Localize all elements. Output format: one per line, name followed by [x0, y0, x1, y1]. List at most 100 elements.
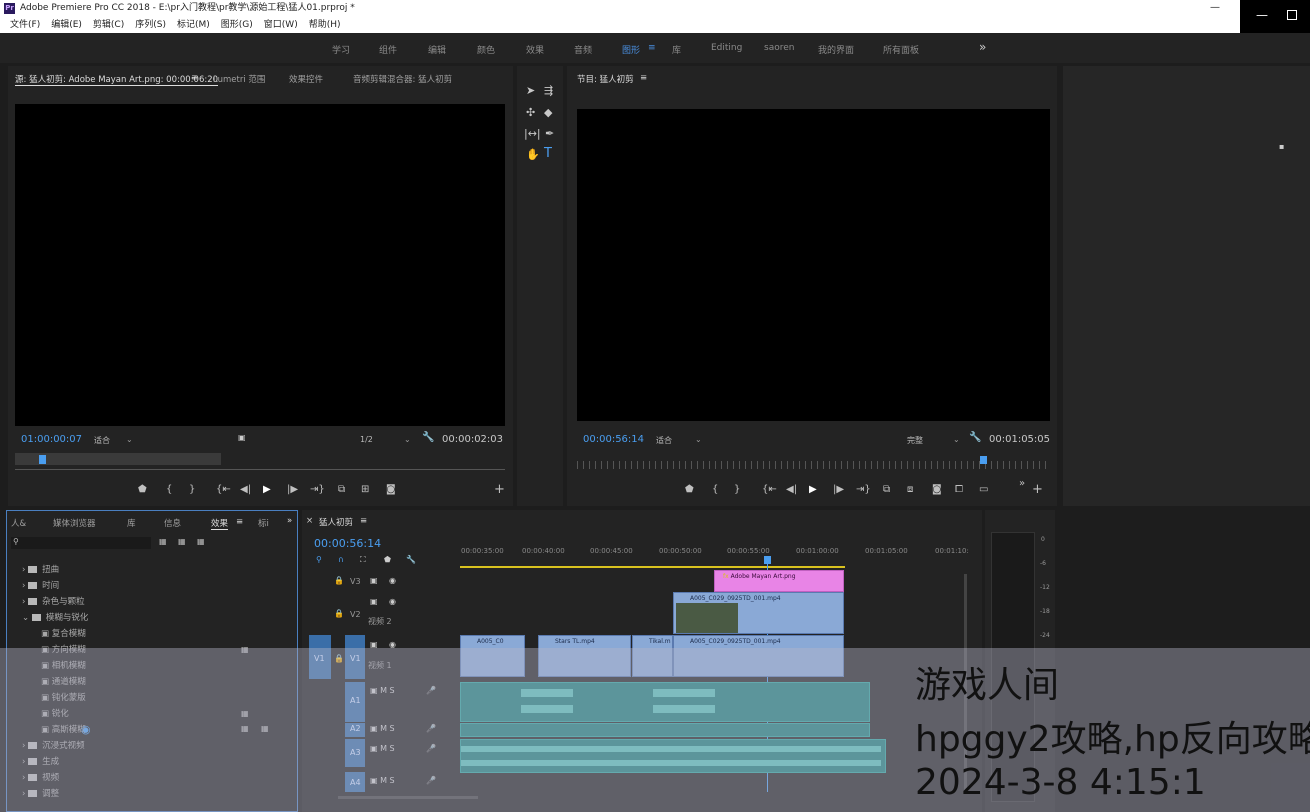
- ws-all[interactable]: 所有面板: [883, 43, 919, 56]
- effect-item[interactable]: ▣ 复合模糊: [41, 627, 86, 639]
- type-tool-icon[interactable]: T: [544, 146, 552, 161]
- close-icon[interactable]: ×: [306, 516, 313, 526]
- source-timecode[interactable]: 01:00:00:07: [21, 434, 82, 445]
- eye-icon[interactable]: ◉: [389, 597, 396, 606]
- panel-icon[interactable]: ▪: [1279, 142, 1284, 151]
- overwrite-icon[interactable]: ⊞: [361, 484, 369, 495]
- clip-v2[interactable]: A005_C029_0925TD_001.mp4: [673, 592, 844, 634]
- work-area-bar[interactable]: [460, 566, 845, 568]
- tab-source[interactable]: 源: 猛人初剪: Adobe Mayan Art.png: 00:00:06:2…: [15, 73, 219, 86]
- menu-edit[interactable]: 编辑(E): [51, 17, 82, 33]
- tree-item-blur-sharpen[interactable]: ⌄ 模糊与锐化: [22, 611, 88, 623]
- effects-search-input[interactable]: [11, 537, 151, 549]
- chevron-down-icon[interactable]: ⌄: [953, 435, 960, 444]
- ws-libraries[interactable]: 库: [672, 43, 681, 56]
- mark-in-icon[interactable]: {: [712, 484, 718, 495]
- tree-item-noise[interactable]: › 杂色与颗粒: [22, 595, 85, 607]
- wrench-icon[interactable]: 🔧: [406, 555, 416, 564]
- step-back-icon[interactable]: ◀|: [240, 484, 251, 495]
- play-icon[interactable]: ▶: [263, 484, 271, 495]
- tab-project[interactable]: 人&: [11, 517, 26, 529]
- snap-icon[interactable]: ⚲: [316, 555, 322, 564]
- go-to-out-icon[interactable]: ⇥}: [310, 484, 325, 495]
- tab-lumetri[interactable]: Lumetri 范围: [213, 73, 265, 85]
- menu-help[interactable]: 帮助(H): [309, 17, 341, 33]
- ws-effects[interactable]: 效果: [526, 43, 544, 56]
- more-icon[interactable]: »: [1019, 478, 1025, 489]
- menu-clip[interactable]: 剪辑(C): [93, 17, 124, 33]
- menu-sequence[interactable]: 序列(S): [135, 17, 166, 33]
- 32bit-effects-icon[interactable]: ▦: [178, 537, 186, 546]
- ws-editing[interactable]: 编辑: [428, 43, 446, 56]
- tab-effects[interactable]: 效果: [211, 517, 229, 530]
- ws-learn[interactable]: 学习: [332, 43, 350, 56]
- source-zoom-bar[interactable]: [15, 469, 505, 470]
- menu-marker[interactable]: 标记(M): [177, 17, 210, 33]
- razor-icon[interactable]: ◆: [544, 106, 552, 119]
- menu-window[interactable]: 窗口(W): [264, 17, 298, 33]
- mark-in-icon[interactable]: {: [166, 484, 172, 495]
- ws-editing-en[interactable]: Editing: [711, 43, 742, 53]
- ws-saoren[interactable]: saoren: [764, 43, 794, 53]
- step-forward-icon[interactable]: |▶: [833, 484, 844, 495]
- more-workspaces-icon[interactable]: »: [979, 40, 986, 54]
- clip-icon[interactable]: ▣: [238, 433, 246, 442]
- eye-icon[interactable]: ◉: [389, 576, 396, 585]
- tab-menu-icon[interactable]: ≡: [640, 73, 647, 83]
- program-title[interactable]: 节目: 猛人初剪: [577, 73, 634, 85]
- tab-effect-controls[interactable]: 效果控件: [289, 73, 323, 85]
- ws-assembly[interactable]: 组件: [379, 43, 397, 56]
- marker-icon[interactable]: ⬟: [685, 484, 694, 495]
- linked-select-icon[interactable]: ⛶: [360, 555, 366, 565]
- marker-icon[interactable]: ⬟: [138, 484, 147, 495]
- step-back-icon[interactable]: ◀|: [786, 484, 797, 495]
- add-marker-icon[interactable]: ⬟: [384, 555, 391, 564]
- program-timecode[interactable]: 00:00:56:14: [583, 434, 644, 445]
- tree-item-distort[interactable]: › 扭曲: [22, 563, 59, 575]
- sync-icon[interactable]: ▣: [370, 597, 378, 606]
- wrench-icon[interactable]: 🔧: [969, 432, 981, 443]
- tab-audio-mixer[interactable]: 音频剪辑混合器: 猛人初剪: [353, 73, 452, 85]
- pen-icon[interactable]: ✒: [545, 127, 554, 140]
- ws-my[interactable]: 我的界面: [818, 43, 854, 56]
- insert-icon[interactable]: ⧉: [338, 484, 345, 495]
- more-tabs-icon[interactable]: »: [287, 516, 292, 526]
- ripple-edit-icon[interactable]: ✣: [526, 106, 535, 119]
- ws-color[interactable]: 颜色: [477, 43, 495, 56]
- comparison-icon[interactable]: ⧠: [955, 484, 963, 495]
- mark-out-icon[interactable]: }: [734, 484, 740, 495]
- go-to-in-icon[interactable]: {⇤: [762, 484, 777, 495]
- extract-icon[interactable]: ⧈: [907, 484, 913, 495]
- ws-graphics[interactable]: 图形: [622, 43, 640, 56]
- tab-info[interactable]: 信息: [164, 517, 181, 529]
- program-viewer[interactable]: [577, 109, 1050, 421]
- track-select-icon[interactable]: ⇶: [544, 84, 553, 97]
- go-to-out-icon[interactable]: ⇥}: [856, 484, 871, 495]
- accelerated-effects-icon[interactable]: ▦: [159, 537, 167, 546]
- tab-menu-icon[interactable]: ≡: [360, 516, 367, 526]
- tree-item-time[interactable]: › 时间: [22, 579, 59, 591]
- program-time-ruler[interactable]: [577, 461, 1047, 469]
- program-playhead[interactable]: [980, 456, 987, 464]
- tab-markers[interactable]: 标i: [258, 517, 269, 529]
- safe-margins-icon[interactable]: ▭: [979, 484, 988, 495]
- menu-graphics[interactable]: 图形(G): [221, 17, 253, 33]
- source-fit-select[interactable]: 适合: [94, 435, 110, 446]
- mark-out-icon[interactable]: }: [189, 484, 195, 495]
- tab-libraries[interactable]: 库: [127, 517, 136, 529]
- hand-icon[interactable]: ✋: [526, 148, 540, 161]
- magnet-icon[interactable]: ∩: [338, 555, 344, 564]
- go-to-in-icon[interactable]: {⇤: [216, 484, 231, 495]
- lift-icon[interactable]: ⧉: [883, 484, 890, 495]
- chevron-down-icon[interactable]: ⌄: [695, 435, 702, 444]
- add-button-icon[interactable]: +: [494, 482, 505, 497]
- wrench-icon[interactable]: 🔧: [422, 432, 434, 443]
- menu-file[interactable]: 文件(F): [10, 17, 40, 33]
- program-quality[interactable]: 完整: [907, 435, 923, 446]
- chevron-down-icon[interactable]: ⌄: [126, 435, 133, 444]
- sequence-tab[interactable]: 猛人初剪: [319, 516, 353, 528]
- tab-menu-icon[interactable]: ≡: [236, 517, 243, 527]
- camera-icon[interactable]: ◙: [932, 484, 942, 495]
- camera-icon[interactable]: ◙: [386, 484, 396, 495]
- source-playhead[interactable]: [39, 455, 46, 464]
